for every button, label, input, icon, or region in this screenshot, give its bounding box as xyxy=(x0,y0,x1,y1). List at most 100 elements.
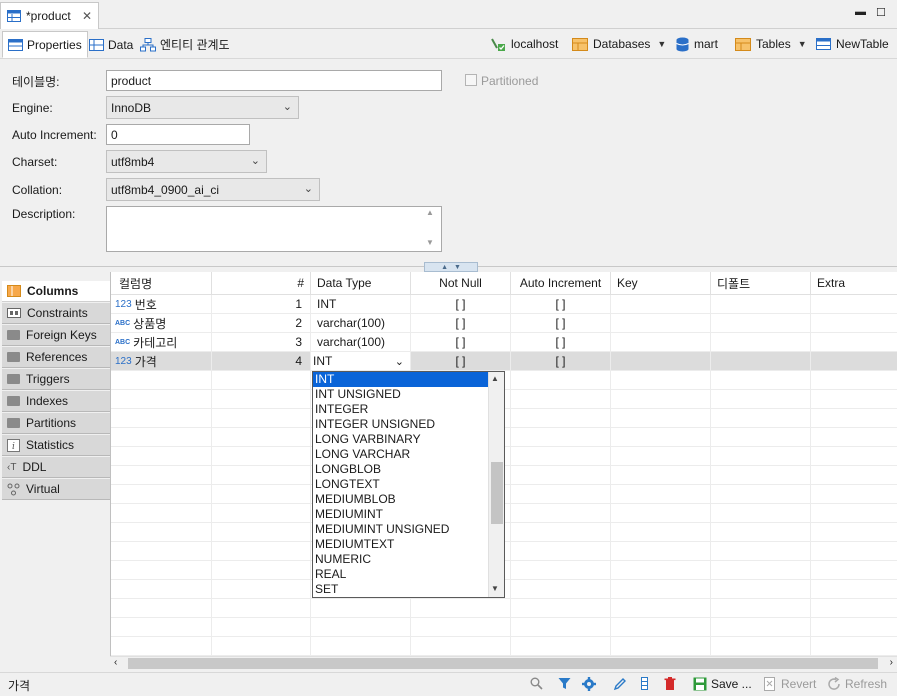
charset-select[interactable]: utf8mb4 ⌄ xyxy=(106,150,267,173)
grid-cell[interactable] xyxy=(511,504,611,523)
data-type-option[interactable]: LONG VARBINARY xyxy=(313,432,488,447)
grid-cell[interactable] xyxy=(711,485,811,504)
header-not-null[interactable]: Not Null xyxy=(411,272,511,295)
column-name-cell[interactable]: ABC 상품명 xyxy=(111,314,212,333)
close-icon[interactable]: ✕ xyxy=(82,9,92,23)
search-icon[interactable] xyxy=(530,677,543,690)
grid-cell[interactable] xyxy=(511,466,611,485)
auto-increment-input[interactable]: 0 xyxy=(106,124,250,145)
grid-cell[interactable] xyxy=(411,599,511,618)
grid-cell[interactable] xyxy=(511,523,611,542)
sidebar-item-columns[interactable]: Columns xyxy=(2,281,110,302)
grid-cell[interactable] xyxy=(511,580,611,599)
grid-cell[interactable] xyxy=(711,599,811,618)
grid-cell[interactable] xyxy=(711,618,811,637)
sidebar-item-statistics[interactable]: i Statistics xyxy=(2,435,110,456)
grid-cell[interactable] xyxy=(611,618,711,637)
auto-increment-checkbox[interactable]: [ ] xyxy=(511,333,611,352)
data-type-option[interactable]: LONG VARCHAR xyxy=(313,447,488,462)
grid-cell[interactable] xyxy=(411,637,511,656)
add-column-icon[interactable] xyxy=(640,677,650,691)
edit-pencil-icon[interactable] xyxy=(613,677,627,691)
grid-cell[interactable] xyxy=(811,542,897,561)
grid-cell[interactable] xyxy=(212,504,311,523)
grid-cell[interactable] xyxy=(511,637,611,656)
data-type-option[interactable]: MEDIUMTEXT xyxy=(313,537,488,552)
auto-increment-checkbox[interactable]: [ ] xyxy=(511,295,611,314)
tab-data[interactable]: Data xyxy=(83,31,139,58)
grid-cell[interactable] xyxy=(111,618,212,637)
header-column-number[interactable]: # xyxy=(212,272,311,295)
grid-cell[interactable] xyxy=(811,428,897,447)
grid-cell[interactable] xyxy=(711,466,811,485)
dropdown-scrollbar[interactable]: ▲ ▼ xyxy=(488,372,504,597)
tab-er-diagram[interactable]: 엔티티 관계도 xyxy=(134,31,236,58)
grid-cell[interactable] xyxy=(811,371,897,390)
grid-cell[interactable] xyxy=(212,542,311,561)
grid-cell[interactable] xyxy=(711,542,811,561)
editor-tab-product[interactable]: *product ✕ xyxy=(0,2,99,29)
grid-cell[interactable] xyxy=(611,485,711,504)
grid-cell[interactable] xyxy=(711,295,811,314)
scroll-up-icon[interactable]: ▲ xyxy=(491,374,499,383)
grid-cell[interactable] xyxy=(711,371,811,390)
collapse-toggle[interactable]: ▲ ▼ xyxy=(424,262,478,272)
sidebar-item-triggers[interactable]: Triggers xyxy=(2,369,110,390)
grid-cell[interactable] xyxy=(711,333,811,352)
grid-cell[interactable] xyxy=(711,504,811,523)
chevron-down-icon[interactable]: ▼ xyxy=(657,39,666,49)
minimize-icon[interactable]: ▬ xyxy=(855,6,866,18)
grid-cell[interactable] xyxy=(711,637,811,656)
grid-cell[interactable] xyxy=(511,390,611,409)
header-column-name[interactable]: 컬럼명 xyxy=(111,272,212,295)
gear-icon[interactable] xyxy=(582,677,596,691)
not-null-checkbox[interactable]: [ ] xyxy=(411,295,511,314)
chevron-down-icon[interactable]: ⌄ xyxy=(395,355,404,368)
description-textarea[interactable] xyxy=(106,206,442,252)
column-name-cell[interactable]: 123 번호 xyxy=(111,295,212,314)
sidebar-item-partitions[interactable]: Partitions xyxy=(2,413,110,434)
data-type-cell[interactable]: varchar(100) xyxy=(311,333,411,352)
scroll-left-icon[interactable]: ‹ xyxy=(114,657,117,668)
tab-properties[interactable]: Properties xyxy=(2,31,88,58)
sidebar-item-virtual[interactable]: Virtual xyxy=(2,479,110,500)
sidebar-item-foreign-keys[interactable]: Foreign Keys xyxy=(2,325,110,346)
grid-cell[interactable] xyxy=(212,599,311,618)
grid-cell[interactable] xyxy=(611,409,711,428)
grid-cell[interactable] xyxy=(212,618,311,637)
header-data-type[interactable]: Data Type xyxy=(311,272,411,295)
auto-increment-checkbox[interactable]: [ ] xyxy=(511,314,611,333)
grid-cell[interactable] xyxy=(711,352,811,371)
grid-cell[interactable] xyxy=(711,409,811,428)
column-number-cell[interactable]: 1 xyxy=(212,295,311,314)
grid-cell[interactable] xyxy=(711,561,811,580)
data-type-option[interactable]: MEDIUMINT xyxy=(313,507,488,522)
grid-cell[interactable] xyxy=(611,523,711,542)
column-number-cell[interactable]: 4 xyxy=(212,352,311,371)
grid-cell[interactable] xyxy=(111,447,212,466)
grid-cell[interactable] xyxy=(111,561,212,580)
tables-selector[interactable]: Tables ▼ xyxy=(735,35,807,53)
refresh-button[interactable]: Refresh xyxy=(827,677,887,691)
grid-cell[interactable] xyxy=(111,428,212,447)
grid-cell[interactable] xyxy=(811,561,897,580)
grid-cell[interactable] xyxy=(111,504,212,523)
grid-cell[interactable] xyxy=(111,523,212,542)
partitioned-checkbox[interactable] xyxy=(465,74,477,86)
table-selector[interactable]: NewTable xyxy=(816,35,889,53)
column-number-cell[interactable]: 3 xyxy=(212,333,311,352)
grid-cell[interactable] xyxy=(711,580,811,599)
column-name-cell[interactable]: 123 가격 xyxy=(111,352,212,371)
grid-cell[interactable] xyxy=(611,466,711,485)
grid-cell[interactable] xyxy=(212,409,311,428)
grid-cell[interactable] xyxy=(811,390,897,409)
grid-cell[interactable] xyxy=(811,466,897,485)
save-button[interactable]: Save ... xyxy=(693,677,752,691)
grid-cell[interactable] xyxy=(111,390,212,409)
grid-cell[interactable] xyxy=(111,485,212,504)
grid-cell[interactable] xyxy=(212,485,311,504)
grid-cell[interactable] xyxy=(611,637,711,656)
grid-cell[interactable] xyxy=(111,409,212,428)
data-type-option[interactable]: MEDIUMINT UNSIGNED xyxy=(313,522,488,537)
sidebar-item-ddl[interactable]: ‹T DDL xyxy=(2,457,110,478)
